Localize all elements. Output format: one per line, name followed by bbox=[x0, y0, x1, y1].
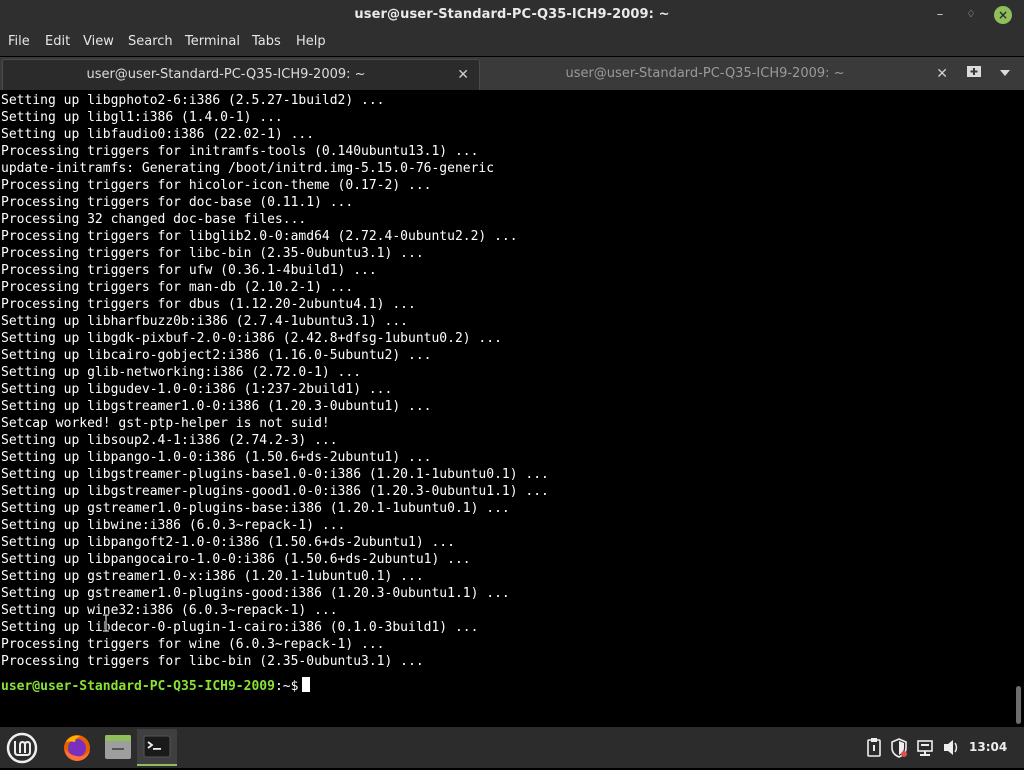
terminal-line: Setting up gstreamer1.0-x:i386 (1.20.1-1… bbox=[1, 569, 424, 584]
tab-terminal-1[interactable]: user@user-Standard-PC-Q35-ICH9-2009: ~ ✕ bbox=[2, 59, 480, 90]
terminal-line: Setting up libgudev-1.0-0:i386 (1:237-2b… bbox=[1, 382, 393, 397]
shield-icon[interactable] bbox=[890, 727, 908, 768]
terminal-line: Setcap worked! gst-ptp-helper is not sui… bbox=[1, 416, 330, 431]
terminal-line: Processing triggers for ufw (0.36.1-4bui… bbox=[1, 263, 377, 278]
mouse-ibeam-cursor-icon bbox=[103, 614, 109, 632]
volume-icon[interactable] bbox=[942, 727, 960, 768]
terminal-line: Processing triggers for libc-bin (2.35-0… bbox=[1, 654, 424, 669]
terminal-line: Setting up libgphoto2-6:i386 (2.5.27-1bu… bbox=[1, 93, 385, 108]
menu-search[interactable]: Search bbox=[128, 30, 173, 54]
tab-label: user@user-Standard-PC-Q35-ICH9-2009: ~ bbox=[565, 66, 845, 81]
terminal-line: Setting up libgstreamer1.0-0:i386 (1.20.… bbox=[1, 399, 432, 414]
menu-help[interactable]: Help bbox=[296, 30, 326, 54]
terminal-line: Setting up glib-networking:i386 (2.72.0-… bbox=[1, 365, 362, 380]
terminal-line: Processing triggers for doc-base (0.11.1… bbox=[1, 195, 354, 210]
network-icon[interactable] bbox=[916, 727, 934, 768]
terminal-icon bbox=[143, 735, 171, 758]
mint-menu-button[interactable] bbox=[2, 729, 40, 766]
tab-close-icon[interactable]: ✕ bbox=[457, 60, 469, 90]
terminal-line: Setting up libgstreamer-plugins-good1.0-… bbox=[1, 484, 549, 499]
firefox-icon bbox=[64, 735, 90, 761]
menu-view[interactable]: View bbox=[83, 30, 114, 54]
terminal-line: Setting up libsoup2.4-1:i386 (2.74.2-3) … bbox=[1, 433, 338, 448]
terminal-line: Processing triggers for libglib2.0-0:amd… bbox=[1, 229, 518, 244]
terminal-line: Processing triggers for hicolor-icon-the… bbox=[1, 178, 432, 193]
minimize-button[interactable]: – bbox=[930, 5, 950, 25]
terminal-line: Processing triggers for libc-bin (2.35-0… bbox=[1, 246, 424, 261]
tab-close-icon[interactable]: ✕ bbox=[936, 59, 948, 89]
terminal-line: Setting up libdecor-0-plugin-1-cairo:i38… bbox=[1, 620, 479, 635]
menu-file[interactable]: File bbox=[8, 30, 30, 54]
clock[interactable]: 13:04 bbox=[969, 727, 1009, 768]
terminal-line: Processing 32 changed doc-base files... bbox=[1, 212, 307, 227]
terminal-line: Processing triggers for man-db (2.10.2-1… bbox=[1, 280, 354, 295]
terminal-line: Setting up libwine:i386 (6.0.3~repack-1)… bbox=[1, 518, 346, 533]
terminal-line: Setting up libpangoft2-1.0-0:i386 (1.50.… bbox=[1, 535, 455, 550]
prompt-path: :~$ bbox=[274, 679, 299, 694]
close-button[interactable]: × bbox=[994, 6, 1012, 24]
text-cursor bbox=[302, 677, 311, 692]
terminal-window: user@user-Standard-PC-Q35-ICH9-2009: ~ –… bbox=[0, 0, 1024, 727]
terminal-line: Setting up libgl1:i386 (1.4.0-1) ... bbox=[1, 110, 283, 125]
menu-edit[interactable]: Edit bbox=[45, 30, 70, 54]
title-bar[interactable]: user@user-Standard-PC-Q35-ICH9-2009: ~ –… bbox=[0, 0, 1024, 30]
terminal-line: update-initramfs: Generating /boot/initr… bbox=[1, 161, 495, 176]
tab-menu-chevron-down-icon[interactable] bbox=[1000, 70, 1010, 76]
taskbar: 13:04 bbox=[0, 727, 1024, 768]
terminal-line: Processing triggers for wine (6.0.3~repa… bbox=[1, 637, 385, 652]
tab-bar: user@user-Standard-PC-Q35-ICH9-2009: ~ ✕… bbox=[0, 57, 1024, 90]
terminal-line: Setting up libcairo-gobject2:i386 (1.16.… bbox=[1, 348, 432, 363]
menu-bar: File Edit View Search Terminal Tabs Help bbox=[0, 30, 1024, 56]
prompt-user-host: user@user-Standard-PC-Q35-ICH9-2009 bbox=[1, 679, 275, 694]
terminal-line: Setting up libharfbuzz0b:i386 (2.7.4-1ub… bbox=[1, 314, 408, 329]
terminal-line: Setting up wine32:i386 (6.0.3~repack-1) … bbox=[1, 603, 338, 618]
scrollbar-thumb[interactable] bbox=[1016, 686, 1021, 724]
tab-label: user@user-Standard-PC-Q35-ICH9-2009: ~ bbox=[86, 67, 366, 82]
terminal-line: Setting up gstreamer1.0-plugins-base:i38… bbox=[1, 501, 510, 516]
terminal-line: Setting up libpangocairo-1.0-0:i386 (1.5… bbox=[1, 552, 471, 567]
new-tab-icon[interactable] bbox=[966, 64, 982, 78]
taskbar-terminal-button[interactable] bbox=[137, 729, 177, 766]
terminal-line: Setting up libgstreamer-plugins-base1.0-… bbox=[1, 467, 549, 482]
maximize-button[interactable]: ♢ bbox=[961, 5, 981, 25]
mint-menu-icon bbox=[6, 732, 38, 764]
menu-tabs[interactable]: Tabs bbox=[252, 30, 281, 54]
files-icon bbox=[105, 735, 131, 759]
window-title: user@user-Standard-PC-Q35-ICH9-2009: ~ bbox=[354, 7, 670, 22]
tab-terminal-2[interactable]: user@user-Standard-PC-Q35-ICH9-2009: ~ ✕ bbox=[482, 59, 958, 89]
terminal-line: Setting up gstreamer1.0-plugins-good:i38… bbox=[1, 586, 510, 601]
menu-terminal[interactable]: Terminal bbox=[185, 30, 240, 54]
taskbar-firefox-button[interactable] bbox=[57, 729, 97, 766]
terminal-line: Processing triggers for dbus (1.12.20-2u… bbox=[1, 297, 416, 312]
terminal-line: Setting up libgdk-pixbuf-2.0-0:i386 (2.4… bbox=[1, 331, 502, 346]
clipboard-icon[interactable] bbox=[866, 727, 882, 768]
scrollbar[interactable] bbox=[1014, 90, 1024, 727]
taskbar-files-button[interactable] bbox=[98, 729, 138, 766]
prompt-line: user@user-Standard-PC-Q35-ICH9-2009:~$ bbox=[1, 677, 311, 694]
terminal-output[interactable]: Setting up libgphoto2-6:i386 (2.5.27-1bu… bbox=[0, 90, 1014, 727]
terminal-line: Setting up libpango-1.0-0:i386 (1.50.6+d… bbox=[1, 450, 432, 465]
terminal-line: Setting up libfaudio0:i386 (22.02-1) ... bbox=[1, 127, 315, 142]
terminal-line: Processing triggers for initramfs-tools … bbox=[1, 144, 479, 159]
